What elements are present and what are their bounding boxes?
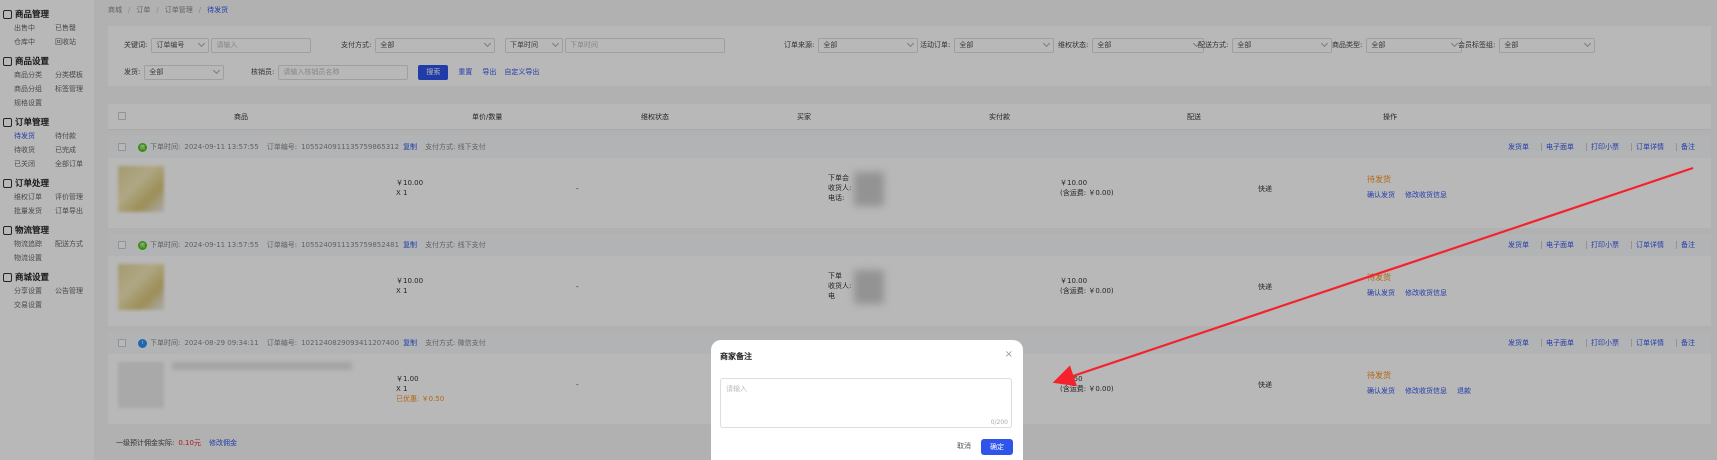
char-count: 0/200: [990, 419, 1008, 426]
modal-title: 商家备注: [720, 352, 752, 361]
merchant-remark-modal: 商家备注 × 请输入 0/200 取消 确定: [711, 340, 1023, 460]
cancel-button[interactable]: 取消: [957, 441, 971, 451]
confirm-button[interactable]: 确定: [981, 439, 1013, 455]
remark-placeholder: 请输入: [726, 385, 747, 393]
remark-textarea[interactable]: 请输入 0/200: [720, 378, 1012, 428]
close-icon[interactable]: ×: [1005, 349, 1013, 360]
